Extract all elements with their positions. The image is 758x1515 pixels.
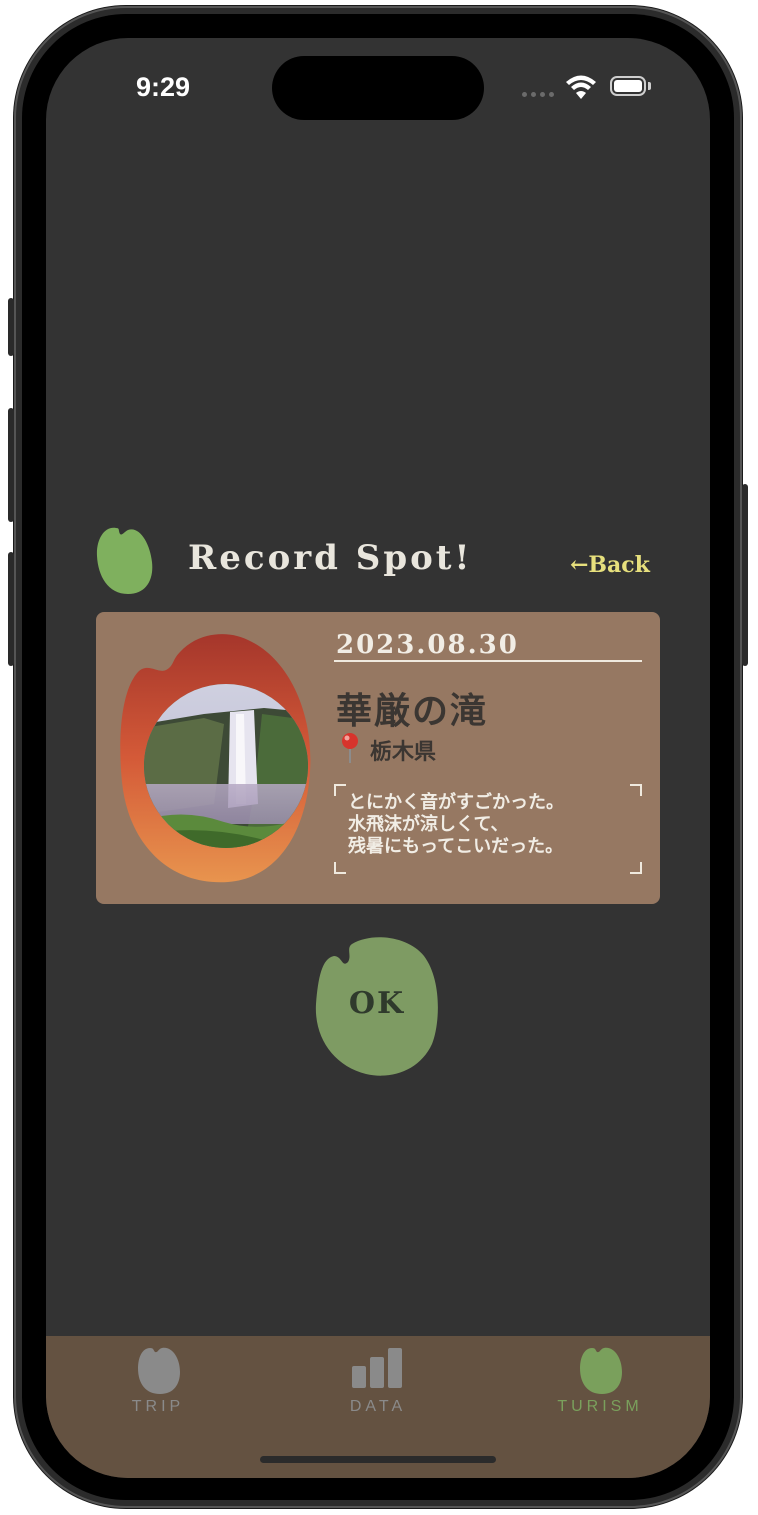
battery-cap xyxy=(648,82,651,90)
home-indicator xyxy=(260,1456,496,1463)
page-title: Record Spot! xyxy=(188,538,473,578)
screen: 9:29 Record Spot! ←Back 2023.08.30 華厳の滝 … xyxy=(46,38,710,1478)
tab-label: TURISM xyxy=(557,1398,643,1415)
memo-bracket-top-right xyxy=(630,784,642,796)
tab-label: TRIP xyxy=(131,1398,185,1415)
wifi-icon xyxy=(566,75,596,99)
memo-text: とにかく音がすごかった。 水飛沫が涼しくて、 残暑にもってこいだった。 xyxy=(348,792,564,857)
dynamic-island xyxy=(272,56,484,120)
back-button[interactable]: ←Back xyxy=(570,552,650,578)
status-time: 9:29 xyxy=(136,72,191,102)
memo-bracket-top-left xyxy=(334,784,346,796)
location-pin-icon xyxy=(342,733,358,763)
leaf-blob-icon xyxy=(138,1347,180,1394)
power-button xyxy=(742,484,748,666)
leaf-blob-icon xyxy=(96,527,153,594)
tab-label: DATA xyxy=(349,1398,407,1415)
record-date: 2023.08.30 xyxy=(336,630,519,660)
memo-box: とにかく音がすごかった。 水飛沫が涼しくて、 残暑にもってこいだった。 xyxy=(334,784,642,874)
ok-label: OK xyxy=(348,986,406,1021)
spot-record-card: 2023.08.30 華厳の滝 栃木県 とにかく音がすごかった。 水飛沫が涼しく… xyxy=(96,612,660,904)
date-underline xyxy=(334,660,642,662)
battery-icon xyxy=(610,76,646,96)
memo-bracket-bottom-left xyxy=(334,862,346,874)
silent-switch xyxy=(8,298,14,356)
memo-bracket-bottom-right xyxy=(630,862,642,874)
tab-trip[interactable]: TRIP xyxy=(88,1336,228,1426)
spot-name: 華厳の滝 xyxy=(336,690,489,732)
bar-chart-icon xyxy=(352,1348,402,1388)
cellular-signal-icon xyxy=(522,92,556,98)
volume-up-button xyxy=(8,408,14,522)
waterfall-photo xyxy=(144,684,308,848)
volume-down-button xyxy=(8,552,14,666)
tab-data[interactable]: DATA xyxy=(308,1336,448,1426)
prefecture-label: 栃木県 xyxy=(370,739,437,765)
leaf-blob-icon xyxy=(580,1347,622,1394)
ok-button[interactable]: OK xyxy=(312,934,442,1078)
tab-turism[interactable]: TURISM xyxy=(530,1336,670,1426)
